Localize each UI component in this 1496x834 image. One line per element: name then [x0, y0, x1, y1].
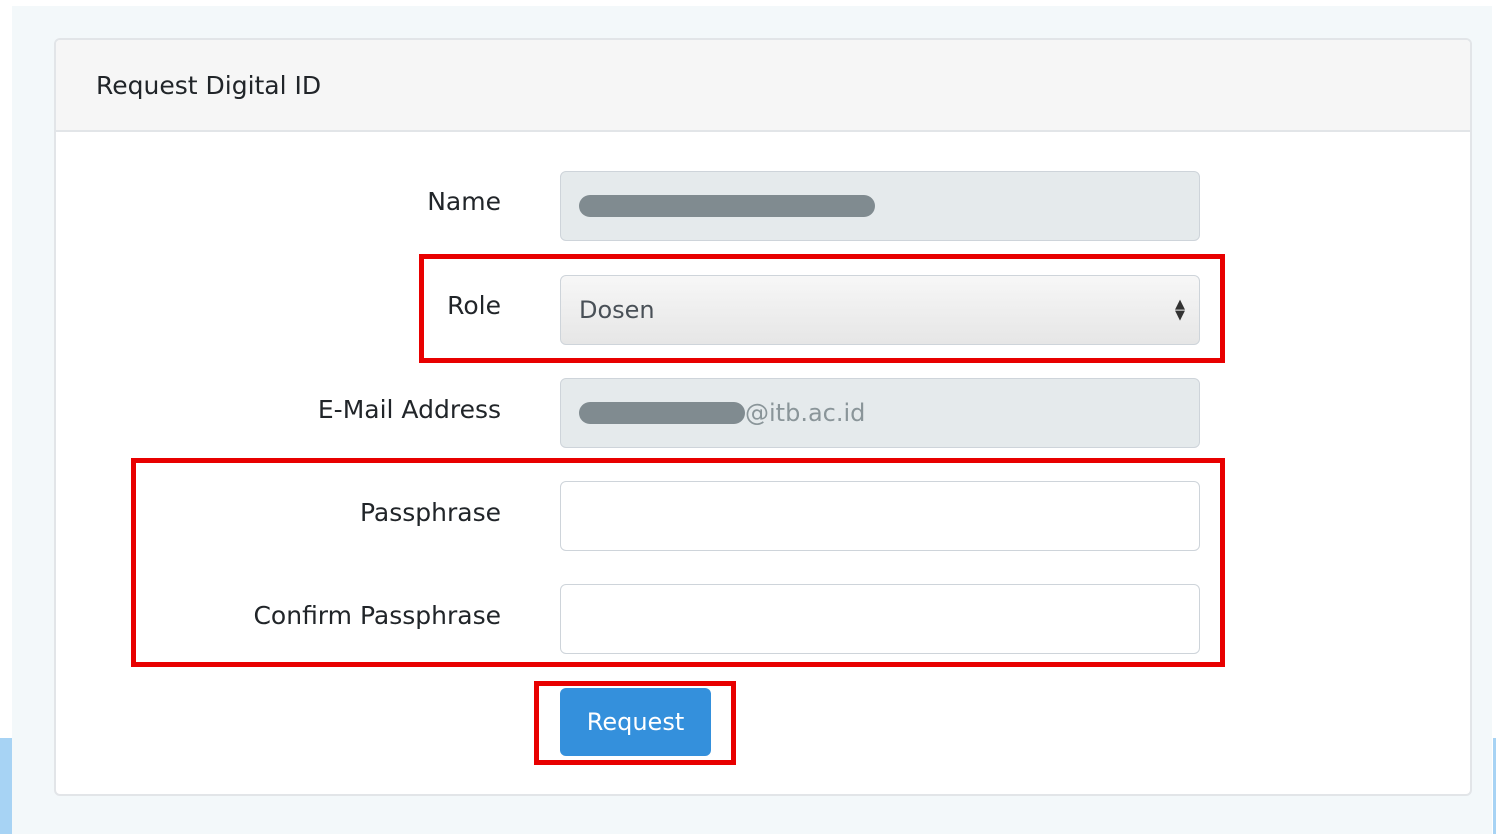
select-arrows-icon: ▲ ▼ — [1175, 297, 1185, 323]
left-edge-strip — [0, 738, 12, 834]
redacted-name — [579, 195, 875, 217]
confirm-passphrase-label: Confirm Passphrase — [253, 601, 501, 630]
email-label: E-Mail Address — [317, 395, 501, 424]
email-domain: @itb.ac.id — [745, 399, 866, 427]
name-label: Name — [427, 187, 501, 216]
redacted-email-user — [579, 402, 745, 424]
role-select[interactable]: Dosen ▲ ▼ — [560, 275, 1200, 345]
role-label: Role — [447, 291, 501, 320]
passphrase-label: Passphrase — [359, 498, 501, 527]
email-field: @itb.ac.id — [560, 378, 1200, 448]
passphrase-input[interactable] — [560, 481, 1200, 551]
request-button[interactable]: Request — [560, 688, 711, 756]
card-title: Request Digital ID — [96, 70, 322, 100]
confirm-passphrase-input[interactable] — [560, 584, 1200, 654]
card-header: Request Digital ID — [56, 40, 1470, 132]
name-field — [560, 171, 1200, 241]
role-selected-value: Dosen — [579, 296, 655, 324]
